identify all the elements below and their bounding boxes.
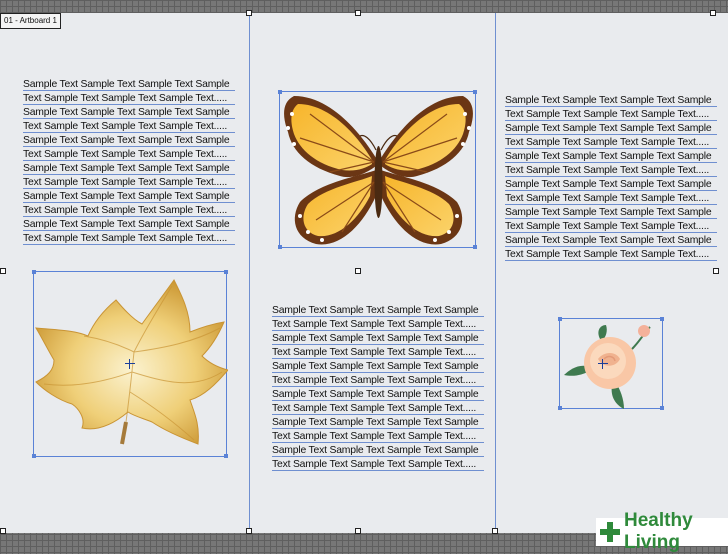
- text-line: Text Sample Text Sample Text Sample Text…: [505, 164, 717, 177]
- center-point-marker: [597, 358, 608, 369]
- text-line: Sample Text Sample Text Sample Text Samp…: [23, 162, 235, 175]
- text-line: Text Sample Text Sample Text Sample Text…: [505, 220, 717, 233]
- text-line: Sample Text Sample Text Sample Text Samp…: [505, 206, 717, 219]
- healthy-living-watermark: Healthy Living: [596, 510, 728, 553]
- text-frame-left[interactable]: Sample Text Sample Text Sample Text Samp…: [23, 78, 235, 246]
- plus-logo-icon: [600, 522, 620, 542]
- text-line: Sample Text Sample Text Sample Text Samp…: [272, 444, 484, 457]
- text-line: Sample Text Sample Text Sample Text Samp…: [505, 234, 717, 247]
- rose-image-frame[interactable]: [558, 317, 664, 410]
- text-line: Sample Text Sample Text Sample Text Samp…: [23, 190, 235, 203]
- text-line: Sample Text Sample Text Sample Text Samp…: [505, 122, 717, 135]
- text-frame-right[interactable]: Sample Text Sample Text Sample Text Samp…: [505, 94, 717, 262]
- text-line: Sample Text Sample Text Sample Text Samp…: [272, 388, 484, 401]
- text-line: Text Sample Text Sample Text Sample Text…: [505, 248, 717, 261]
- artboard-handle-bottom-left[interactable]: [0, 528, 6, 534]
- text-frame-middle[interactable]: Sample Text Sample Text Sample Text Samp…: [272, 304, 484, 472]
- rose-image: [564, 325, 651, 409]
- text-line: Sample Text Sample Text Sample Text Samp…: [505, 94, 717, 107]
- leaf-image-frame[interactable]: [32, 270, 228, 458]
- text-line: Sample Text Sample Text Sample Text Samp…: [272, 304, 484, 317]
- text-line: Text Sample Text Sample Text Sample Text…: [272, 402, 484, 415]
- text-line: Text Sample Text Sample Text Sample Text…: [272, 430, 484, 443]
- text-line: Sample Text Sample Text Sample Text Samp…: [505, 150, 717, 163]
- artboard-handle-top-right[interactable]: [710, 10, 716, 16]
- watermark-text: Healthy Living: [624, 510, 693, 553]
- artboard-handle-bottom-center[interactable]: [355, 528, 361, 534]
- center-point-marker: [125, 359, 135, 369]
- text-line: Text Sample Text Sample Text Sample Text…: [272, 458, 484, 471]
- artboard-handle-top-left-guide[interactable]: [246, 10, 252, 16]
- text-line: Sample Text Sample Text Sample Text Samp…: [23, 78, 235, 91]
- text-line: Sample Text Sample Text Sample Text Samp…: [23, 106, 235, 119]
- guide-column-1[interactable]: [249, 13, 250, 533]
- text-line: Text Sample Text Sample Text Sample Text…: [23, 176, 235, 189]
- guide-column-2[interactable]: [495, 13, 496, 533]
- text-line: Sample Text Sample Text Sample Text Samp…: [505, 178, 717, 191]
- text-line: Text Sample Text Sample Text Sample Text…: [23, 232, 235, 245]
- artboard-handle-bottom-guide-2[interactable]: [492, 528, 498, 534]
- text-line: Text Sample Text Sample Text Sample Text…: [272, 318, 484, 331]
- text-line: Text Sample Text Sample Text Sample Text…: [272, 346, 484, 359]
- artboard-handle-middle-right[interactable]: [713, 268, 719, 274]
- text-line: Sample Text Sample Text Sample Text Samp…: [23, 218, 235, 231]
- text-line: Text Sample Text Sample Text Sample Text…: [23, 204, 235, 217]
- text-line: Text Sample Text Sample Text Sample Text…: [505, 108, 717, 121]
- text-line: Text Sample Text Sample Text Sample Text…: [272, 374, 484, 387]
- butterfly-image: [284, 96, 473, 245]
- artboard-label[interactable]: 01 - Artboard 1: [0, 13, 61, 29]
- artboard-handle-middle-left[interactable]: [0, 268, 6, 274]
- artboard-handle-center[interactable]: [355, 268, 361, 274]
- text-line: Text Sample Text Sample Text Sample Text…: [505, 136, 717, 149]
- text-line: Sample Text Sample Text Sample Text Samp…: [272, 360, 484, 373]
- artboard-handle-bottom-guide[interactable]: [246, 528, 252, 534]
- text-line: Sample Text Sample Text Sample Text Samp…: [272, 332, 484, 345]
- text-line: Text Sample Text Sample Text Sample Text…: [505, 192, 717, 205]
- text-line: Sample Text Sample Text Sample Text Samp…: [272, 416, 484, 429]
- text-line: Text Sample Text Sample Text Sample Text…: [23, 92, 235, 105]
- artboard-handle-top-center[interactable]: [355, 10, 361, 16]
- text-line: Text Sample Text Sample Text Sample Text…: [23, 148, 235, 161]
- butterfly-image-frame[interactable]: [278, 90, 477, 249]
- text-line: Sample Text Sample Text Sample Text Samp…: [23, 134, 235, 147]
- text-line: Text Sample Text Sample Text Sample Text…: [23, 120, 235, 133]
